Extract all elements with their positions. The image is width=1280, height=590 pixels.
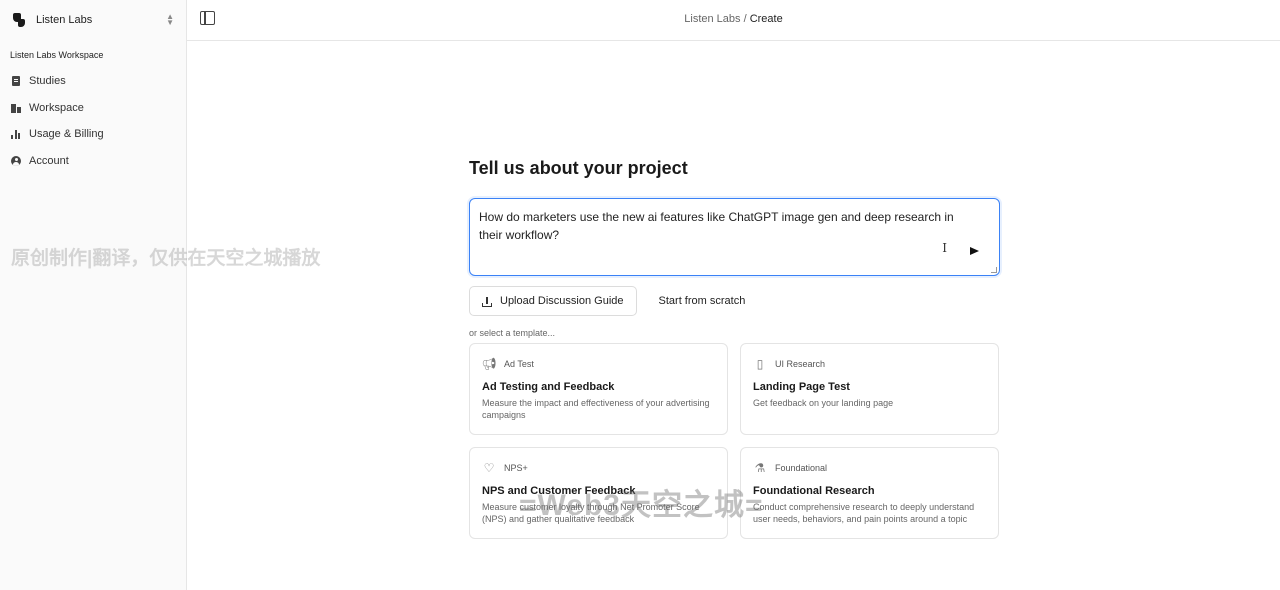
sidebar: Listen Labs ▲ ▼ Listen Labs Workspace Stu… bbox=[0, 0, 187, 590]
sidebar-item-account[interactable]: Account bbox=[0, 148, 186, 175]
prompt-actions: Upload Discussion Guide Start from scrat… bbox=[469, 286, 1000, 316]
chevron-up-down-icon: ▲ ▼ bbox=[166, 12, 174, 27]
sidebar-item-label: Account bbox=[29, 154, 69, 167]
template-tag: 📢︎ Ad Test bbox=[481, 356, 715, 372]
flask-icon: ⚗ bbox=[754, 461, 766, 475]
sidebar-nav: Studies Workspace Usage & Billing Accoun… bbox=[0, 68, 186, 174]
send-arrow-icon bbox=[969, 247, 979, 255]
start-from-scratch-button[interactable]: Start from scratch bbox=[649, 295, 756, 307]
text-cursor-icon: I bbox=[942, 241, 947, 255]
sidebar-item-label: Usage & Billing bbox=[29, 128, 104, 141]
top-bar: Listen Labs / Create bbox=[187, 0, 1280, 41]
sidebar-item-studies[interactable]: Studies bbox=[0, 68, 186, 95]
upload-discussion-guide-button[interactable]: Upload Discussion Guide bbox=[469, 286, 637, 316]
send-button[interactable] bbox=[961, 239, 987, 263]
prompt-text: How do marketers use the new ai features… bbox=[479, 210, 954, 242]
listen-labs-logo-icon bbox=[12, 13, 26, 27]
heart-icon: ♡ bbox=[483, 461, 495, 475]
template-tag: ▯ UI Research bbox=[753, 356, 986, 372]
template-select-label: or select a template... bbox=[469, 328, 556, 338]
org-name: Listen Labs bbox=[36, 14, 93, 26]
caption-overlay: =Web3天空之城= bbox=[519, 489, 764, 522]
template-card-ad-test[interactable]: 📢︎ Ad Test Ad Testing and Feedback Measu… bbox=[469, 343, 728, 435]
template-tag-label: Foundational bbox=[775, 463, 828, 473]
breadcrumb-current: Create bbox=[749, 13, 783, 25]
template-description: Conduct comprehensive research to deeply… bbox=[753, 502, 975, 524]
sidebar-item-usage-billing[interactable]: Usage & Billing bbox=[0, 121, 186, 148]
phone-icon: ▯ bbox=[756, 357, 764, 371]
bar-chart-icon bbox=[11, 129, 21, 140]
template-card-foundational[interactable]: ⚗ Foundational Foundational Research Con… bbox=[740, 447, 999, 539]
template-description: Measure the impact and effectiveness of … bbox=[482, 398, 710, 420]
user-circle-icon bbox=[11, 155, 21, 166]
template-tag-label: UI Research bbox=[775, 359, 826, 369]
workspace-switcher[interactable]: Listen Labs ▲ ▼ bbox=[0, 0, 186, 40]
template-card-ui-research[interactable]: ▯ UI Research Landing Page Test Get feed… bbox=[740, 343, 999, 435]
template-title: Ad Testing and Feedback bbox=[482, 381, 615, 393]
template-tag: ♡ NPS+ bbox=[482, 460, 715, 476]
workspace-label: Listen Labs Workspace bbox=[10, 50, 104, 60]
breadcrumb: Listen Labs / Create bbox=[187, 13, 1280, 25]
resize-handle-icon[interactable] bbox=[991, 267, 997, 273]
template-description: Get feedback on your landing page bbox=[753, 398, 894, 408]
breadcrumb-root[interactable]: Listen Labs / bbox=[684, 13, 746, 25]
sidebar-item-workspace[interactable]: Workspace bbox=[0, 95, 186, 122]
template-tag-label: Ad Test bbox=[504, 359, 534, 369]
template-tag: ⚗ Foundational bbox=[753, 460, 986, 476]
document-icon bbox=[11, 76, 21, 87]
upload-label: Upload Discussion Guide bbox=[500, 295, 624, 307]
project-prompt-input[interactable]: How do marketers use the new ai features… bbox=[469, 198, 1000, 276]
upload-icon bbox=[482, 296, 492, 307]
template-title: Landing Page Test bbox=[753, 381, 850, 393]
watermark-text: 原创制作|翻译，仅供在天空之城播放 bbox=[11, 248, 321, 269]
template-title: Foundational Research bbox=[753, 485, 875, 497]
template-tag-label: NPS+ bbox=[504, 463, 528, 473]
building-icon bbox=[11, 103, 21, 113]
megaphone-icon: 📢︎ bbox=[481, 357, 497, 371]
sidebar-item-label: Workspace bbox=[29, 101, 84, 114]
sidebar-item-label: Studies bbox=[29, 75, 66, 88]
page-title: Tell us about your project bbox=[469, 158, 688, 178]
